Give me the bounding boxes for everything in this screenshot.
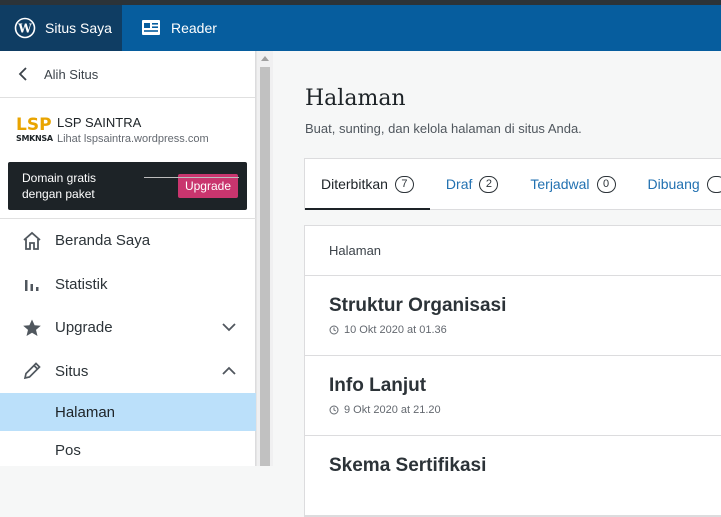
sidebar-item-label: Statistik: [55, 275, 108, 293]
my-sites-label: Situs Saya: [45, 20, 112, 36]
sidebar-item-statistik[interactable]: Statistik: [0, 263, 256, 307]
tab-label: Draf: [445, 176, 473, 192]
page-item-date: 9 Okt 2020 at 21.20: [344, 404, 441, 416]
tab-diterbitkan[interactable]: Diterbitkan 7: [305, 159, 430, 210]
clock-icon: [329, 325, 339, 335]
page-item-title[interactable]: Struktur Organisasi: [329, 295, 709, 317]
page-subtitle: Buat, sunting, dan kelola halaman di sit…: [305, 121, 582, 136]
page-item-title[interactable]: Skema Sertifikasi: [329, 455, 709, 477]
tab-terjadwal[interactable]: Terjadwal 0: [514, 159, 631, 209]
star-icon: [22, 318, 42, 338]
stats-sparkline: [144, 177, 239, 178]
tab-label: Diterbitkan: [321, 176, 388, 192]
switch-site-label: Alih Situs: [44, 66, 99, 82]
tab-count-badge: 2: [479, 175, 499, 193]
switch-site-button[interactable]: Alih Situs: [0, 51, 255, 98]
page-item-meta: 10 Okt 2020 at 01.36: [329, 324, 709, 336]
sidebar: Alih Situs LSP SMKNSA LSP SAINTRA Lihat …: [0, 51, 256, 466]
scroll-up-arrow-icon[interactable]: [261, 56, 269, 61]
svg-text:W: W: [17, 22, 32, 36]
tab-count-badge: 7: [394, 175, 414, 193]
site-logo-bottom: SMKNSA: [16, 134, 53, 143]
sidebar-nav: Beranda Saya Statistik Upgrade Situs Hal…: [0, 219, 256, 469]
sidebar-item-label: Situs: [55, 362, 89, 380]
sidebar-subitem-pos[interactable]: Pos: [0, 431, 256, 469]
sidebar-item-beranda-saya[interactable]: Beranda Saya: [0, 219, 256, 263]
list-header: Halaman: [305, 226, 721, 276]
my-sites-button[interactable]: W Situs Saya: [0, 5, 122, 51]
site-card[interactable]: LSP SMKNSA LSP SAINTRA Lihat lspsaintra.…: [0, 98, 255, 162]
list-item[interactable]: Skema Sertifikasi: [305, 436, 721, 516]
page-item-title[interactable]: Info Lanjut: [329, 375, 709, 397]
masterbar: W Situs Saya Reader: [0, 5, 721, 51]
page-item-meta: 9 Okt 2020 at 21.20: [329, 404, 709, 416]
reader-label: Reader: [171, 20, 217, 36]
tab-count-badge: [706, 175, 721, 193]
site-url-link[interactable]: Lihat lspsaintra.wordpress.com: [57, 133, 209, 145]
main-content: Halaman Buat, sunting, dan kelola halama…: [273, 51, 721, 517]
scrollbar-thumb[interactable]: [260, 67, 270, 466]
reader-icon: [140, 17, 162, 39]
home-icon: [22, 231, 42, 251]
sidebar-item-label: Upgrade: [55, 319, 113, 337]
stats-icon: [22, 274, 42, 294]
clock-icon: [329, 405, 339, 415]
chevron-left-icon: [18, 67, 34, 81]
sidebar-scrollbar[interactable]: [256, 51, 273, 466]
site-logo: LSP SMKNSA: [16, 111, 53, 149]
pages-list: Halaman Struktur Organisasi 10 Okt 2020 …: [304, 225, 721, 517]
sidebar-item-situs[interactable]: Situs: [0, 350, 256, 394]
tab-draf[interactable]: Draf 2: [430, 159, 514, 209]
domain-upsell-banner[interactable]: Domain gratis dengan paket Upgrade: [8, 162, 247, 210]
sidebar-item-upgrade[interactable]: Upgrade: [0, 306, 256, 350]
site-logo-top: LSP: [16, 115, 52, 135]
tab-dibuang[interactable]: Dibuang: [632, 159, 721, 209]
sidebar-subitem-halaman[interactable]: Halaman: [0, 393, 256, 431]
reader-button[interactable]: Reader: [122, 5, 217, 51]
tab-label: Terjadwal: [530, 176, 590, 192]
upsell-text: Domain gratis dengan paket: [22, 171, 97, 201]
sidebar-item-label: Beranda Saya: [55, 232, 151, 250]
page-item-date: 10 Okt 2020 at 01.36: [344, 324, 447, 336]
tab-count-badge: 0: [596, 175, 616, 193]
chevron-down-icon[interactable]: [222, 320, 236, 338]
chevron-up-icon[interactable]: [222, 364, 236, 382]
wordpress-icon: W: [14, 17, 36, 39]
pencil-icon: [22, 361, 42, 381]
list-item[interactable]: Info Lanjut 9 Okt 2020 at 21.20: [305, 356, 721, 436]
site-name: LSP SAINTRA: [57, 115, 142, 130]
list-item[interactable]: Struktur Organisasi 10 Okt 2020 at 01.36: [305, 276, 721, 356]
page-title: Halaman: [305, 86, 406, 111]
tab-label: Dibuang: [647, 176, 700, 192]
status-tabs: Diterbitkan 7 Draf 2 Terjadwal 0 Dibuang: [304, 158, 721, 210]
